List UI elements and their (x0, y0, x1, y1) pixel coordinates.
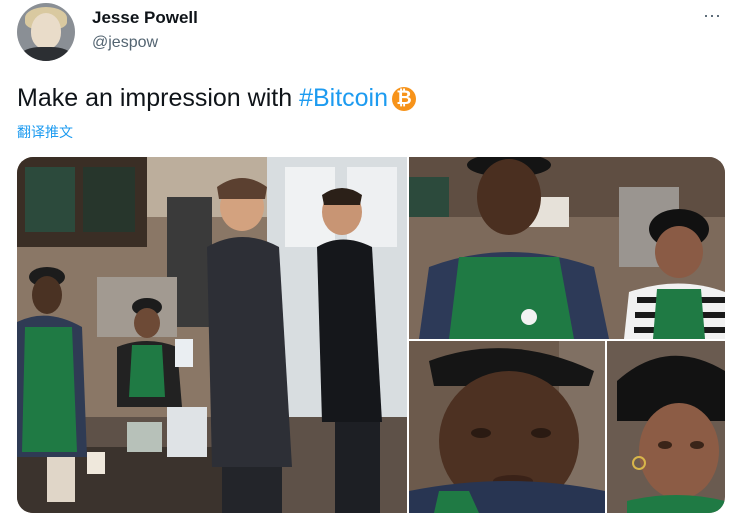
avatar-face (31, 13, 61, 49)
photo-barista-closeup[interactable] (409, 157, 725, 339)
media-grid (17, 157, 725, 513)
tweet-text-body: Make an impression with (17, 84, 300, 112)
avatar[interactable] (17, 3, 75, 61)
starbucks-counter-photo-icon (17, 157, 407, 513)
photo-barista-face-left[interactable] (409, 341, 605, 513)
translate-tweet-link[interactable]: 翻译推文 (17, 122, 73, 142)
barista-face-right-photo-icon (607, 341, 725, 513)
photo-starbucks-counter[interactable] (17, 157, 407, 513)
photo-barista-face-right[interactable] (607, 341, 725, 513)
avatar-shirt (21, 47, 71, 61)
more-options-icon[interactable]: ⋯ (703, 6, 722, 27)
tweet-text: Make an impression with #Bitcoin ₿ (17, 84, 417, 113)
user-handle[interactable]: @jespow (92, 34, 158, 52)
barista-closeup-photo-icon (409, 157, 725, 339)
bitcoin-icon: ₿ (392, 87, 417, 111)
display-name[interactable]: Jesse Powell (92, 8, 198, 28)
barista-face-left-photo-icon (409, 341, 605, 513)
hashtag-link[interactable]: #Bitcoin (299, 84, 388, 112)
